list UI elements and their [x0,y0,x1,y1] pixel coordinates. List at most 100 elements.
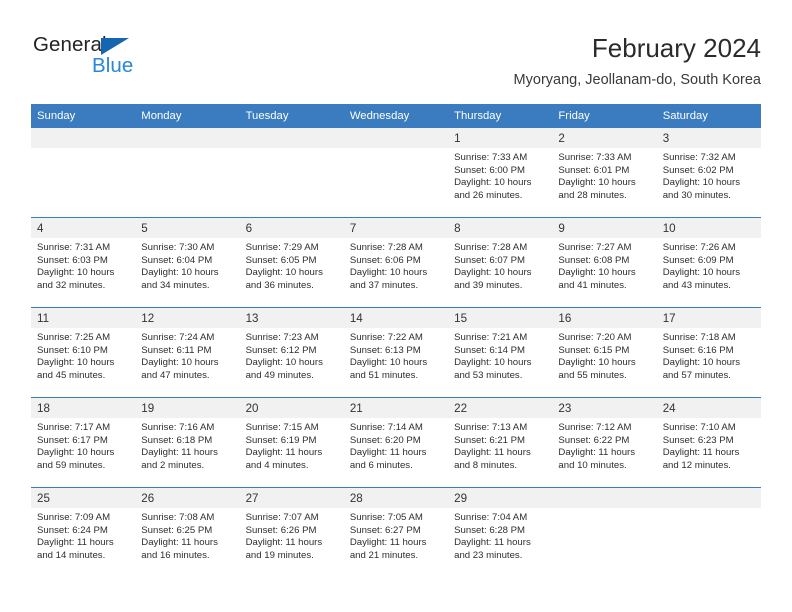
day-number: 20 [239,398,344,418]
day-number: 7 [343,218,449,238]
day-number: 2 [552,128,657,148]
calendar-day-cell[interactable]: 19 Sunrise: 7:16 AM Sunset: 6:18 PM Dayligh… [135,397,240,488]
daylight-duration-line1: Daylight: 11 hours [245,537,323,549]
daylight-duration-line2: and 41 minutes. [558,279,627,291]
daylight-duration-line2: and 19 minutes. [245,549,314,561]
calendar-empty-cell [343,127,449,218]
sunset-time: Sunset: 6:00 PM [454,164,526,176]
logo-triangle-icon [101,38,129,55]
calendar-day-cell[interactable]: 24 Sunrise: 7:10 AM Sunset: 6:23 PM Dayligh… [656,397,761,488]
daylight-duration-line2: and 55 minutes. [558,369,627,381]
daylight-duration-line1: Daylight: 10 hours [454,177,532,189]
sunrise-time: Sunrise: 7:28 AM [454,242,528,253]
day-number: 24 [656,398,761,418]
calendar-day-cell[interactable]: 17 Sunrise: 7:18 AM Sunset: 6:16 PM Dayligh… [656,307,761,398]
daylight-duration-line2: and 36 minutes. [245,279,314,291]
title-block: February 2024 Myoryang, Jeollanam-do, So… [514,32,761,90]
calendar-day-cell[interactable]: 18 Sunrise: 7:17 AM Sunset: 6:17 PM Dayligh… [31,397,136,488]
sunset-time: Sunset: 6:13 PM [349,344,421,356]
calendar-day-cell[interactable]: 1 Sunrise: 7:33 AM Sunset: 6:00 PM Daylight… [448,127,553,218]
calendar-day-cell[interactable]: 9 Sunrise: 7:27 AM Sunset: 6:08 PM Daylight… [552,217,657,308]
sunrise-time: Sunrise: 7:13 AM [454,422,528,433]
sunset-time: Sunset: 6:17 PM [37,434,108,446]
sunset-time: Sunset: 6:07 PM [454,254,526,266]
weekday-header-saturday: Saturday [656,104,761,128]
sunset-time: Sunset: 6:18 PM [141,434,213,446]
daylight-duration-line2: and 12 minutes. [662,459,731,471]
page-header: General Blue February 2024 Myoryang, Jeo… [31,32,761,98]
calendar-day-cell[interactable]: 14 Sunrise: 7:22 AM Sunset: 6:13 PM Dayligh… [343,307,449,398]
calendar-day-cell[interactable]: 20 Sunrise: 7:15 AM Sunset: 6:19 PM Dayligh… [239,397,344,488]
sunset-time: Sunset: 6:08 PM [558,254,630,266]
calendar-day-cell[interactable]: 5 Sunrise: 7:30 AM Sunset: 6:04 PM Daylight… [135,217,240,308]
calendar-day-cell[interactable]: 4 Sunrise: 7:31 AM Sunset: 6:03 PM Daylight… [31,217,136,308]
logo-text-blue: Blue [92,54,134,77]
calendar-day-cell[interactable]: 27 Sunrise: 7:07 AM Sunset: 6:26 PM Dayligh… [239,487,344,577]
daylight-duration-line1: Daylight: 11 hours [141,537,218,549]
general-blue-logo[interactable]: General Blue [31,32,251,88]
sunrise-time: Sunrise: 7:33 AM [454,152,528,163]
calendar-week-row: 25 Sunrise: 7:09 AM Sunset: 6:24 PM Dayligh… [31,487,761,577]
sunset-time: Sunset: 6:21 PM [454,434,526,446]
calendar-day-cell[interactable]: 26 Sunrise: 7:08 AM Sunset: 6:25 PM Dayligh… [135,487,240,577]
calendar-day-cell[interactable]: 10 Sunrise: 7:26 AM Sunset: 6:09 PM Dayligh… [656,217,761,308]
day-details: Sunrise: 7:20 AM Sunset: 6:15 PM Daylight:… [552,328,656,382]
calendar-day-cell[interactable]: 13 Sunrise: 7:23 AM Sunset: 6:12 PM Dayligh… [239,307,344,398]
daylight-duration-line1: Daylight: 11 hours [349,447,427,459]
sunset-time: Sunset: 6:20 PM [349,434,421,446]
calendar-empty-cell [552,487,657,577]
day-details: Sunrise: 7:09 AM Sunset: 6:24 PM Daylight:… [31,508,135,562]
day-details: Sunrise: 7:33 AM Sunset: 6:00 PM Daylight:… [448,148,552,202]
calendar-day-cell[interactable]: 25 Sunrise: 7:09 AM Sunset: 6:24 PM Dayligh… [31,487,136,577]
daylight-duration-line1: Daylight: 10 hours [245,267,323,279]
day-number: 16 [552,308,657,328]
calendar-day-cell[interactable]: 23 Sunrise: 7:12 AM Sunset: 6:22 PM Dayligh… [552,397,657,488]
daylight-duration-line1: Daylight: 10 hours [662,267,741,279]
daylight-duration-line1: Daylight: 10 hours [349,357,428,369]
calendar-day-cell[interactable]: 15 Sunrise: 7:21 AM Sunset: 6:14 PM Dayligh… [448,307,553,398]
calendar-day-cell[interactable]: 3 Sunrise: 7:32 AM Sunset: 6:02 PM Daylight… [656,127,761,218]
calendar-week-row: 4 Sunrise: 7:31 AM Sunset: 6:03 PM Daylight… [31,217,761,308]
sunset-time: Sunset: 6:10 PM [37,344,108,356]
day-number [343,128,449,148]
calendar-day-cell[interactable]: 22 Sunrise: 7:13 AM Sunset: 6:21 PM Dayligh… [448,397,553,488]
day-details: Sunrise: 7:15 AM Sunset: 6:19 PM Daylight:… [240,418,344,472]
day-number: 12 [135,308,240,328]
calendar-day-cell[interactable]: 28 Sunrise: 7:05 AM Sunset: 6:27 PM Dayligh… [343,487,449,577]
daylight-duration-line1: Daylight: 10 hours [454,267,532,279]
calendar-day-cell[interactable]: 8 Sunrise: 7:28 AM Sunset: 6:07 PM Daylight… [448,217,553,308]
daylight-duration-line2: and 47 minutes. [141,369,210,381]
day-details: Sunrise: 7:14 AM Sunset: 6:20 PM Daylight:… [344,418,448,472]
sunset-time: Sunset: 6:16 PM [662,344,734,356]
weekday-header-monday: Monday [135,104,240,128]
daylight-duration-line2: and 34 minutes. [141,279,210,291]
calendar-day-cell[interactable]: 6 Sunrise: 7:29 AM Sunset: 6:05 PM Daylight… [239,217,344,308]
daylight-duration-line1: Daylight: 10 hours [454,357,532,369]
day-details: Sunrise: 7:23 AM Sunset: 6:12 PM Daylight:… [240,328,344,382]
day-number: 23 [552,398,657,418]
daylight-duration-line1: Daylight: 10 hours [245,357,323,369]
calendar-day-cell[interactable]: 7 Sunrise: 7:28 AM Sunset: 6:06 PM Daylight… [343,217,449,308]
calendar-day-cell[interactable]: 12 Sunrise: 7:24 AM Sunset: 6:11 PM Dayligh… [135,307,240,398]
day-details: Sunrise: 7:26 AM Sunset: 6:09 PM Daylight:… [657,238,761,292]
daylight-duration-line1: Daylight: 11 hours [245,447,323,459]
day-number: 29 [448,488,553,508]
sunset-time: Sunset: 6:03 PM [37,254,108,266]
daylight-duration-line2: and 28 minutes. [558,189,627,201]
day-number: 5 [135,218,240,238]
day-details: Sunrise: 7:05 AM Sunset: 6:27 PM Daylight:… [344,508,448,562]
day-details: Sunrise: 7:25 AM Sunset: 6:10 PM Daylight:… [31,328,135,382]
calendar-day-cell[interactable]: 21 Sunrise: 7:14 AM Sunset: 6:20 PM Dayligh… [343,397,449,488]
calendar-day-cell[interactable]: 11 Sunrise: 7:25 AM Sunset: 6:10 PM Dayligh… [31,307,136,398]
calendar-day-cell[interactable]: 16 Sunrise: 7:20 AM Sunset: 6:15 PM Dayligh… [552,307,657,398]
sunset-time: Sunset: 6:23 PM [662,434,734,446]
calendar-day-cell[interactable]: 29 Sunrise: 7:04 AM Sunset: 6:28 PM Dayligh… [448,487,553,577]
calendar-day-cell[interactable]: 2 Sunrise: 7:33 AM Sunset: 6:01 PM Daylight… [552,127,657,218]
calendar-header: Sunday Monday Tuesday Wednesday Thursday… [31,104,761,128]
sunset-time: Sunset: 6:19 PM [245,434,317,446]
sunrise-time: Sunrise: 7:15 AM [245,422,319,433]
sunset-time: Sunset: 6:24 PM [37,524,108,536]
weekday-header-wednesday: Wednesday [343,104,449,128]
day-number: 25 [31,488,136,508]
day-details: Sunrise: 7:04 AM Sunset: 6:28 PM Daylight:… [448,508,552,562]
